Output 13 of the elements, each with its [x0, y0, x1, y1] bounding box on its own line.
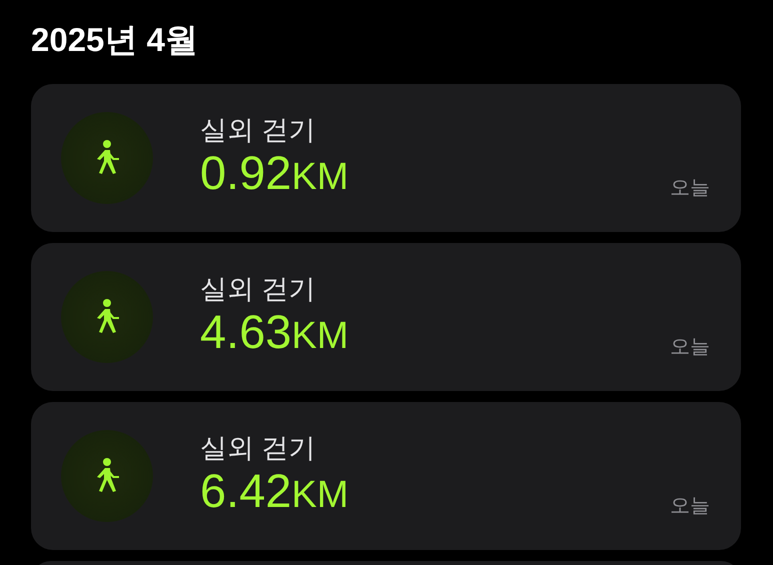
workout-card[interactable]: 실외 걷기 4.63KM 오늘: [31, 243, 741, 391]
workout-type: 실외 걷기: [200, 432, 316, 465]
date-label: 오늘: [670, 494, 710, 518]
date-label: 오늘: [670, 335, 710, 359]
date-label: 오늘: [670, 176, 710, 200]
distance-value: 0.92KM: [200, 147, 348, 201]
workout-card[interactable]: 실외 걷기 0.92KM 오늘: [31, 84, 741, 232]
workout-type: 실외 걷기: [200, 114, 316, 147]
distance-value: 6.42KM: [200, 465, 348, 519]
workout-card[interactable]: 실외 걷기 6.42KM 오늘: [31, 402, 741, 550]
workout-type: 실외 걷기: [200, 273, 316, 306]
month-heading: 2025년 4월: [31, 20, 198, 60]
distance-value: 4.63KM: [200, 306, 348, 360]
